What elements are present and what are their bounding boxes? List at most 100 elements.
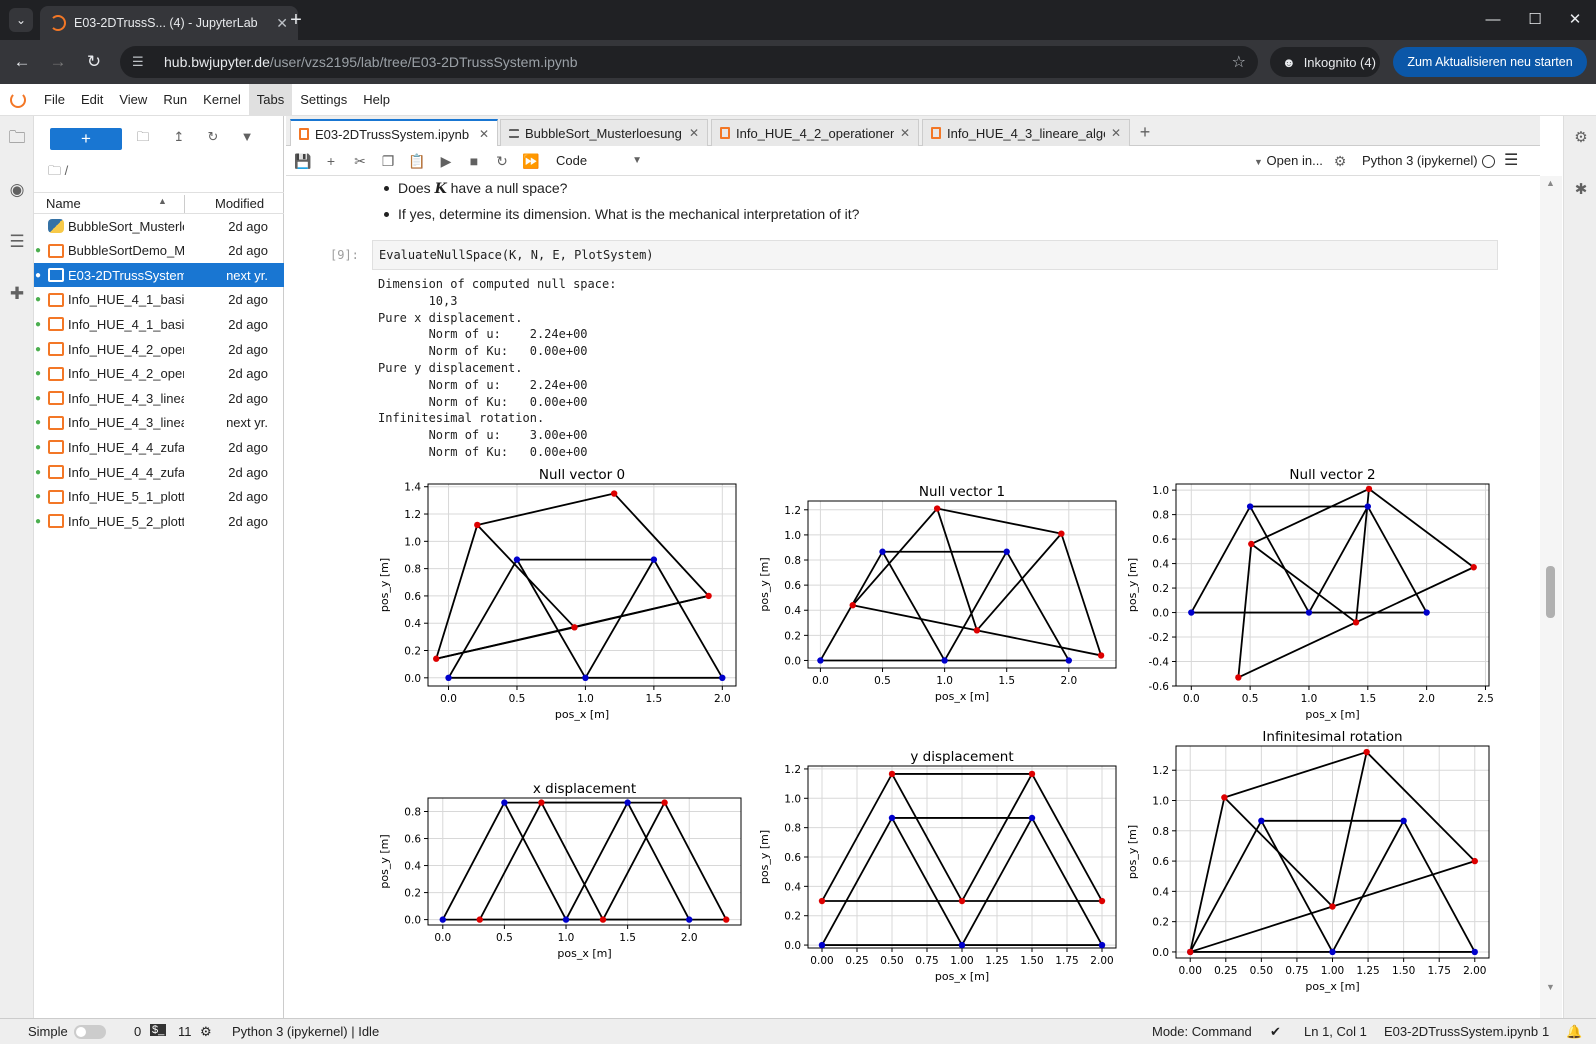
simple-mode-toggle[interactable] bbox=[74, 1025, 106, 1039]
displaced-node-point bbox=[1235, 674, 1242, 681]
file-name: E03-2DTrussSystem.ipynb bbox=[68, 267, 184, 283]
notification-bell-icon[interactable]: 🔔 bbox=[1566, 1024, 1582, 1040]
close-tab-icon[interactable]: ✕ bbox=[900, 126, 910, 140]
file-item[interactable]: ● Info_HUE_4_1_basics.ipynb 2d ago bbox=[34, 288, 284, 312]
address-bar[interactable]: ☰ hub.bwjupyter.de/user/vzs2195/lab/tree… bbox=[120, 46, 1258, 78]
back-button[interactable]: ← bbox=[10, 50, 34, 74]
base-node-point bbox=[1258, 817, 1265, 825]
close-window-button[interactable]: ✕ bbox=[1560, 8, 1590, 32]
truss-member bbox=[1355, 566, 1475, 624]
save-icon[interactable]: 💾 bbox=[292, 150, 314, 172]
insert-cell-icon[interactable]: + bbox=[320, 150, 342, 172]
upload-icon[interactable]: ↥ bbox=[168, 126, 190, 148]
stop-icon[interactable]: ■ bbox=[463, 150, 485, 172]
file-item[interactable]: ● Info_HUE_4_4_zufall.ipynb 2d ago bbox=[34, 435, 284, 459]
browser-tab-title: E03-2DTrussS... (4) - JupyterLab bbox=[74, 16, 258, 30]
paste-icon[interactable]: 📋 bbox=[406, 150, 428, 172]
menu-run[interactable]: Run bbox=[155, 84, 195, 116]
y-tick-label: 0.4 bbox=[784, 881, 801, 893]
scrollbar-thumb[interactable] bbox=[1546, 566, 1555, 618]
file-name: Info_HUE_5_1_plotten.ipynb bbox=[68, 489, 184, 505]
notification-count[interactable]: 1 bbox=[1542, 1024, 1549, 1039]
new-launcher-button[interactable]: + bbox=[50, 128, 122, 150]
restart-run-all-icon[interactable]: ⏩ bbox=[520, 150, 542, 172]
run-icon[interactable]: ▶ bbox=[435, 150, 457, 172]
tab-info-hue-4-3[interactable]: Info_HUE_4_3_lineare_algebra.ipynb ✕ bbox=[922, 119, 1130, 146]
refresh-icon[interactable]: ↻ bbox=[202, 126, 224, 148]
filter-icon[interactable]: ▼ bbox=[236, 126, 258, 148]
kernel-count[interactable]: 11 bbox=[178, 1024, 192, 1039]
file-item[interactable]: ● Info_HUE_5_2_plotten.ipynb 2d ago bbox=[34, 509, 284, 533]
x-tick-label: 1.25 bbox=[1356, 965, 1379, 977]
file-item[interactable]: ● Info_HUE_4_2_operationen_loesung.ipynb 2… bbox=[34, 362, 284, 386]
tab-info-hue-4-2[interactable]: Info_HUE_4_2_operationen_loesung.ipynb ✕ bbox=[711, 119, 919, 146]
markdown-bullet-nullspace: Does K have a null space? bbox=[383, 180, 568, 197]
menu-help[interactable]: Help bbox=[355, 84, 398, 116]
menu-tabs[interactable]: Tabs bbox=[248, 83, 293, 116]
file-item[interactable]: ● BubbleSortDemo_Musterloesung.ipynb 2d ag… bbox=[34, 239, 284, 263]
property-inspector-gear-icon[interactable]: ⚙ bbox=[1569, 126, 1593, 150]
forward-button[interactable]: → bbox=[46, 50, 70, 74]
code-cell-input[interactable]: EvaluateNullSpace(K, N, E, PlotSystem) bbox=[372, 240, 1498, 270]
cut-icon[interactable]: ✂ bbox=[349, 150, 371, 172]
file-item[interactable]: ● Info_HUE_4_3_lineare_algebra.ipynb 2d ag… bbox=[34, 386, 284, 410]
cursor-position[interactable]: Ln 1, Col 1 bbox=[1304, 1024, 1367, 1039]
kernel-name-button[interactable]: Python 3 (ipykernel) bbox=[1362, 151, 1478, 171]
menu-kernel[interactable]: Kernel bbox=[195, 84, 249, 116]
extension-manager-icon[interactable]: ✚ bbox=[5, 282, 29, 306]
base-node-point bbox=[941, 657, 948, 664]
file-browser-folder-icon[interactable]: 🗀 bbox=[5, 126, 29, 150]
tab-e03-2dtrusssystem[interactable]: E03-2DTrussSystem.ipynb ✕ bbox=[290, 119, 498, 147]
new-tab-button[interactable]: + bbox=[284, 8, 308, 32]
new-tab-plus-button[interactable]: + bbox=[1134, 121, 1156, 143]
notebook-file-icon bbox=[48, 465, 64, 479]
table-of-contents-icon[interactable]: ☰ bbox=[5, 230, 29, 254]
menu-view[interactable]: View bbox=[111, 84, 155, 116]
menu-hamburger-icon[interactable]: ☰ bbox=[1504, 150, 1518, 170]
column-name-header[interactable]: Name bbox=[46, 196, 81, 211]
tab-search-button[interactable]: ⌄ bbox=[9, 8, 33, 32]
close-tab-icon[interactable]: ✕ bbox=[1111, 126, 1121, 140]
kernel-status-text[interactable]: Python 3 (ipykernel) | Idle bbox=[232, 1024, 379, 1039]
maximize-window-button[interactable]: ☐ bbox=[1520, 8, 1550, 32]
breadcrumb[interactable]: 🗀 / bbox=[48, 162, 68, 184]
open-in-dropdown[interactable]: ▼ Open in... bbox=[1254, 151, 1323, 172]
reload-button[interactable]: ↻ bbox=[82, 50, 106, 74]
menu-settings[interactable]: Settings bbox=[292, 84, 355, 116]
breadcrumb-root[interactable]: / bbox=[65, 163, 69, 178]
bookmark-star-icon[interactable]: ☆ bbox=[1232, 52, 1246, 72]
menu-file[interactable]: File bbox=[36, 84, 73, 116]
close-tab-icon[interactable]: ✕ bbox=[479, 127, 489, 141]
notebook-content[interactable]: Does K have a null space? If yes, determ… bbox=[286, 176, 1526, 1018]
file-item[interactable]: ● Info_HUE_5_1_plotten.ipynb 2d ago bbox=[34, 485, 284, 509]
cell-type-select[interactable]: Code ▼ bbox=[556, 151, 642, 171]
file-item[interactable]: BubbleSort_Musterloesung.py 2d ago bbox=[34, 214, 284, 238]
file-item[interactable]: ● E03-2DTrussSystem.ipynb next yr. bbox=[34, 263, 284, 288]
running-kernels-icon[interactable]: ◉ bbox=[5, 178, 29, 202]
notebook-scrollbar[interactable]: ▲ ▼ bbox=[1540, 176, 1562, 1018]
browser-tab-jupyterlab[interactable]: E03-2DTrussS... (4) - JupyterLab ✕ bbox=[40, 6, 298, 40]
incognito-indicator[interactable]: ☻ Inkognito (4) bbox=[1270, 47, 1380, 77]
minimize-window-button[interactable]: — bbox=[1478, 8, 1508, 32]
tab-bubblesort-musterloesung[interactable]: BubbleSort_Musterloesung.py ✕ bbox=[500, 119, 708, 146]
restart-kernel-icon[interactable]: ↻ bbox=[491, 150, 513, 172]
file-item[interactable]: ● Info_HUE_4_2_operationen.ipynb 2d ago bbox=[34, 337, 284, 361]
sort-ascending-icon[interactable]: ▲ bbox=[158, 196, 167, 206]
file-item[interactable]: ● Info_HUE_4_1_basics_loesung.ipynb 2d ago bbox=[34, 312, 284, 336]
file-name: Info_HUE_4_3_lineare_algebra.ipynb bbox=[68, 390, 184, 406]
restart-to-update-button[interactable]: Zum Aktualisieren neu starten bbox=[1393, 47, 1587, 77]
truss-member bbox=[1249, 506, 1310, 613]
file-item[interactable]: ● Info_HUE_4_3_lineare_algebra_loesung.ip… bbox=[34, 411, 284, 435]
debugger-bug-icon[interactable]: ⚙ bbox=[1329, 150, 1351, 172]
new-folder-icon[interactable]: 🗀 bbox=[132, 126, 154, 148]
copy-icon[interactable]: ❐ bbox=[377, 150, 399, 172]
x-tick-label: 1.50 bbox=[1020, 955, 1043, 967]
close-tab-icon[interactable]: ✕ bbox=[689, 126, 699, 140]
column-modified-header[interactable]: Modified bbox=[215, 196, 264, 211]
file-item[interactable]: ● Info_HUE_4_4_zufall_loesung.ipynb 2d ago bbox=[34, 460, 284, 484]
menu-edit[interactable]: Edit bbox=[73, 84, 111, 116]
debugger-icon[interactable]: ✱ bbox=[1569, 178, 1593, 202]
site-settings-icon[interactable]: ☰ bbox=[132, 54, 154, 70]
running-indicator-icon: ● bbox=[34, 392, 42, 404]
terminal-count[interactable]: 0 bbox=[134, 1024, 141, 1039]
